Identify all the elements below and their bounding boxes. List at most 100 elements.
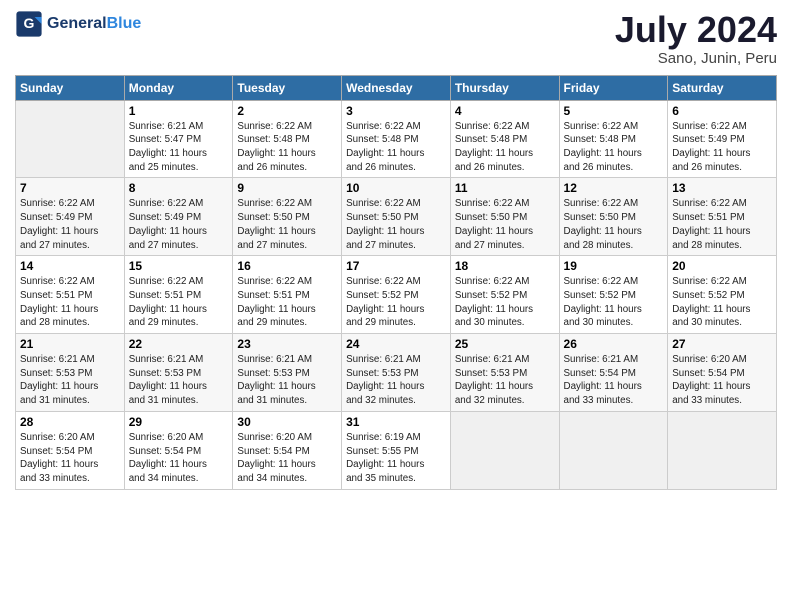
day-number: 1 <box>129 104 229 118</box>
cell-info: Sunrise: 6:22 AM Sunset: 5:51 PM Dayligh… <box>237 275 337 330</box>
cell-info: Sunrise: 6:21 AM Sunset: 5:54 PM Dayligh… <box>564 353 664 408</box>
day-number: 28 <box>20 415 120 429</box>
day-number: 31 <box>346 415 446 429</box>
cell-info: Sunrise: 6:20 AM Sunset: 5:54 PM Dayligh… <box>20 431 120 486</box>
calendar-cell: 23 Sunrise: 6:21 AM Sunset: 5:53 PM Dayli… <box>233 334 342 412</box>
cell-info: Sunrise: 6:20 AM Sunset: 5:54 PM Dayligh… <box>237 431 337 486</box>
cell-info: Sunrise: 6:22 AM Sunset: 5:52 PM Dayligh… <box>346 275 446 330</box>
main-title: July 2024 <box>615 10 777 50</box>
day-number: 5 <box>564 104 664 118</box>
calendar-cell: 7 Sunrise: 6:22 AM Sunset: 5:49 PM Daylig… <box>16 178 125 256</box>
cell-info: Sunrise: 6:22 AM Sunset: 5:52 PM Dayligh… <box>672 275 772 330</box>
day-number: 7 <box>20 181 120 195</box>
cell-info: Sunrise: 6:20 AM Sunset: 5:54 PM Dayligh… <box>129 431 229 486</box>
week-row-4: 21 Sunrise: 6:21 AM Sunset: 5:53 PM Dayli… <box>16 334 777 412</box>
cell-info: Sunrise: 6:20 AM Sunset: 5:54 PM Dayligh… <box>672 353 772 408</box>
calendar-cell: 5Sunrise: 6:22 AM Sunset: 5:48 PM Daylig… <box>559 100 668 178</box>
calendar-cell: 8Sunrise: 6:22 AM Sunset: 5:49 PM Daylig… <box>124 178 233 256</box>
day-number: 15 <box>129 259 229 273</box>
calendar-cell: 25Sunrise: 6:21 AM Sunset: 5:53 PM Dayli… <box>450 334 559 412</box>
day-number: 3 <box>346 104 446 118</box>
calendar-cell: 3 Sunrise: 6:22 AM Sunset: 5:48 PM Daylig… <box>342 100 451 178</box>
week-row-1: 1 Sunrise: 6:21 AM Sunset: 5:47 PM Daylig… <box>16 100 777 178</box>
cell-info: Sunrise: 6:22 AM Sunset: 5:52 PM Dayligh… <box>455 275 555 330</box>
cell-info: Sunrise: 6:22 AM Sunset: 5:50 PM Dayligh… <box>237 197 337 252</box>
calendar-cell: 26Sunrise: 6:21 AM Sunset: 5:54 PM Dayli… <box>559 334 668 412</box>
calendar-cell: 24 Sunrise: 6:21 AM Sunset: 5:53 PM Dayli… <box>342 334 451 412</box>
day-number: 24 <box>346 337 446 351</box>
calendar-cell: 28 Sunrise: 6:20 AM Sunset: 5:54 PM Dayli… <box>16 411 125 489</box>
logo-text: GeneralBlue <box>47 15 141 33</box>
day-number: 14 <box>20 259 120 273</box>
calendar-cell: 11 Sunrise: 6:22 AM Sunset: 5:50 PM Dayli… <box>450 178 559 256</box>
day-number: 8 <box>129 181 229 195</box>
day-number: 10 <box>346 181 446 195</box>
day-number: 20 <box>672 259 772 273</box>
day-number: 12 <box>564 181 664 195</box>
day-number: 18 <box>455 259 555 273</box>
day-number: 29 <box>129 415 229 429</box>
calendar-cell <box>16 100 125 178</box>
cell-info: Sunrise: 6:22 AM Sunset: 5:50 PM Dayligh… <box>346 197 446 252</box>
day-number: 23 <box>237 337 337 351</box>
column-header-saturday: Saturday <box>668 75 777 100</box>
logo: G GeneralBlue <box>15 10 141 38</box>
day-number: 13 <box>672 181 772 195</box>
calendar-cell: 20 Sunrise: 6:22 AM Sunset: 5:52 PM Dayli… <box>668 256 777 334</box>
page-container: G GeneralBlue July 2024 Sano, Junin, Per… <box>0 0 792 500</box>
week-row-2: 7 Sunrise: 6:22 AM Sunset: 5:49 PM Daylig… <box>16 178 777 256</box>
day-number: 4 <box>455 104 555 118</box>
day-number: 25 <box>455 337 555 351</box>
day-number: 11 <box>455 181 555 195</box>
calendar-body: 1 Sunrise: 6:21 AM Sunset: 5:47 PM Daylig… <box>16 100 777 489</box>
cell-info: Sunrise: 6:21 AM Sunset: 5:53 PM Dayligh… <box>237 353 337 408</box>
calendar-cell: 29 Sunrise: 6:20 AM Sunset: 5:54 PM Dayli… <box>124 411 233 489</box>
cell-info: Sunrise: 6:22 AM Sunset: 5:49 PM Dayligh… <box>20 197 120 252</box>
calendar-cell: 2 Sunrise: 6:22 AM Sunset: 5:48 PM Daylig… <box>233 100 342 178</box>
column-header-thursday: Thursday <box>450 75 559 100</box>
calendar-cell: 4Sunrise: 6:22 AM Sunset: 5:48 PM Daylig… <box>450 100 559 178</box>
calendar-cell: 6 Sunrise: 6:22 AM Sunset: 5:49 PM Daylig… <box>668 100 777 178</box>
svg-text:G: G <box>24 15 35 31</box>
cell-info: Sunrise: 6:21 AM Sunset: 5:53 PM Dayligh… <box>346 353 446 408</box>
column-header-sunday: Sunday <box>16 75 125 100</box>
calendar-cell: 30Sunrise: 6:20 AM Sunset: 5:54 PM Dayli… <box>233 411 342 489</box>
calendar-cell: 19Sunrise: 6:22 AM Sunset: 5:52 PM Dayli… <box>559 256 668 334</box>
calendar-cell: 12 Sunrise: 6:22 AM Sunset: 5:50 PM Dayli… <box>559 178 668 256</box>
calendar-cell: 21 Sunrise: 6:21 AM Sunset: 5:53 PM Dayli… <box>16 334 125 412</box>
cell-info: Sunrise: 6:22 AM Sunset: 5:50 PM Dayligh… <box>564 197 664 252</box>
day-number: 9 <box>237 181 337 195</box>
column-header-tuesday: Tuesday <box>233 75 342 100</box>
cell-info: Sunrise: 6:21 AM Sunset: 5:47 PM Dayligh… <box>129 120 229 175</box>
cell-info: Sunrise: 6:22 AM Sunset: 5:48 PM Dayligh… <box>237 120 337 175</box>
header: G GeneralBlue July 2024 Sano, Junin, Per… <box>15 10 777 67</box>
cell-info: Sunrise: 6:21 AM Sunset: 5:53 PM Dayligh… <box>129 353 229 408</box>
calendar-cell: 9 Sunrise: 6:22 AM Sunset: 5:50 PM Daylig… <box>233 178 342 256</box>
day-number: 17 <box>346 259 446 273</box>
week-row-3: 14 Sunrise: 6:22 AM Sunset: 5:51 PM Dayli… <box>16 256 777 334</box>
day-number: 19 <box>564 259 664 273</box>
day-number: 6 <box>672 104 772 118</box>
cell-info: Sunrise: 6:22 AM Sunset: 5:48 PM Dayligh… <box>346 120 446 175</box>
calendar-header-row: SundayMondayTuesdayWednesdayThursdayFrid… <box>16 75 777 100</box>
cell-info: Sunrise: 6:22 AM Sunset: 5:51 PM Dayligh… <box>20 275 120 330</box>
calendar-cell: 17 Sunrise: 6:22 AM Sunset: 5:52 PM Dayli… <box>342 256 451 334</box>
column-header-monday: Monday <box>124 75 233 100</box>
cell-info: Sunrise: 6:21 AM Sunset: 5:53 PM Dayligh… <box>20 353 120 408</box>
calendar-cell <box>450 411 559 489</box>
day-number: 16 <box>237 259 337 273</box>
calendar-cell: 1 Sunrise: 6:21 AM Sunset: 5:47 PM Daylig… <box>124 100 233 178</box>
day-number: 27 <box>672 337 772 351</box>
day-number: 21 <box>20 337 120 351</box>
cell-info: Sunrise: 6:22 AM Sunset: 5:50 PM Dayligh… <box>455 197 555 252</box>
calendar-cell <box>559 411 668 489</box>
calendar-cell: 13Sunrise: 6:22 AM Sunset: 5:51 PM Dayli… <box>668 178 777 256</box>
column-header-wednesday: Wednesday <box>342 75 451 100</box>
subtitle: Sano, Junin, Peru <box>615 50 777 67</box>
day-number: 2 <box>237 104 337 118</box>
column-header-friday: Friday <box>559 75 668 100</box>
calendar-cell: 27 Sunrise: 6:20 AM Sunset: 5:54 PM Dayli… <box>668 334 777 412</box>
day-number: 22 <box>129 337 229 351</box>
cell-info: Sunrise: 6:22 AM Sunset: 5:49 PM Dayligh… <box>672 120 772 175</box>
week-row-5: 28 Sunrise: 6:20 AM Sunset: 5:54 PM Dayli… <box>16 411 777 489</box>
